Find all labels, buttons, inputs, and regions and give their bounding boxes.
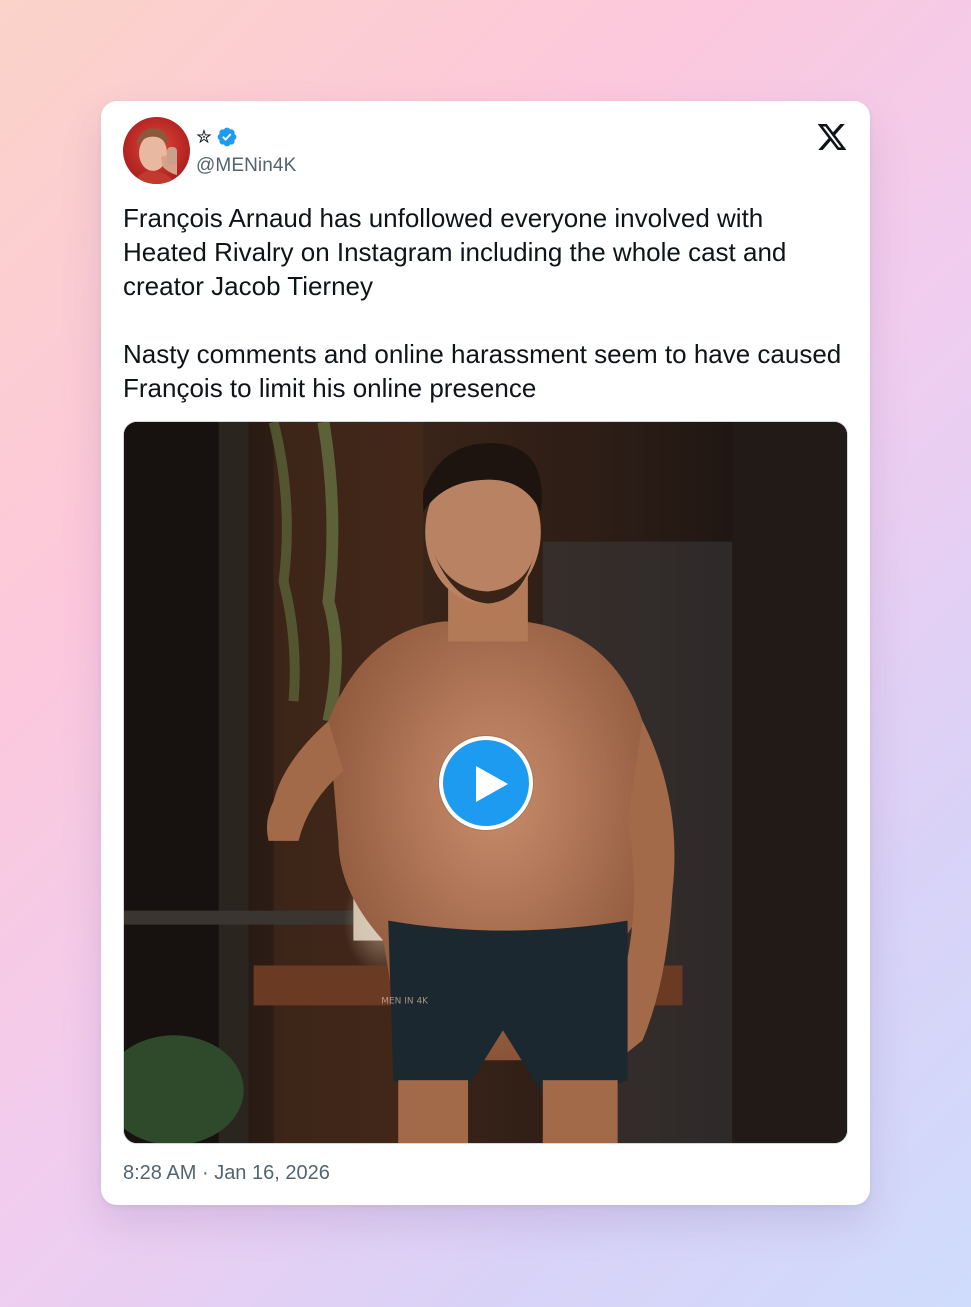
tweet-date: Jan 16, 2026 [214,1162,330,1184]
tweet-paragraph: François Arnaud has unfollowed everyone … [123,203,787,301]
play-button[interactable] [439,736,533,830]
tweet-paragraph: Nasty comments and online harassment see… [123,339,842,403]
video-watermark: MEN IN 4K [381,996,429,1006]
tweet-timestamp[interactable]: 8:28 AM · Jan 16, 2026 [123,1162,330,1185]
play-icon [476,766,508,802]
verified-badge-icon [217,127,237,147]
tweet-header: ✮ @MENin4K [123,117,848,187]
author-handle[interactable]: @MENin4K [196,155,296,177]
author-name-row[interactable]: ✮ [196,125,238,149]
timestamp-separator: · [201,1162,209,1184]
video-thumbnail[interactable]: MEN IN 4K [123,421,848,1144]
x-logo-icon[interactable] [816,121,848,153]
tweet-time: 8:28 AM [123,1162,197,1184]
avatar-image [123,117,190,184]
avatar[interactable] [123,117,190,184]
tweet-card: ✮ @MENin4K François Arnaud has unfollowe… [101,101,870,1205]
tweet-text: François Arnaud has unfollowed everyone … [123,201,848,405]
star-icon: ✮ [196,125,212,148]
